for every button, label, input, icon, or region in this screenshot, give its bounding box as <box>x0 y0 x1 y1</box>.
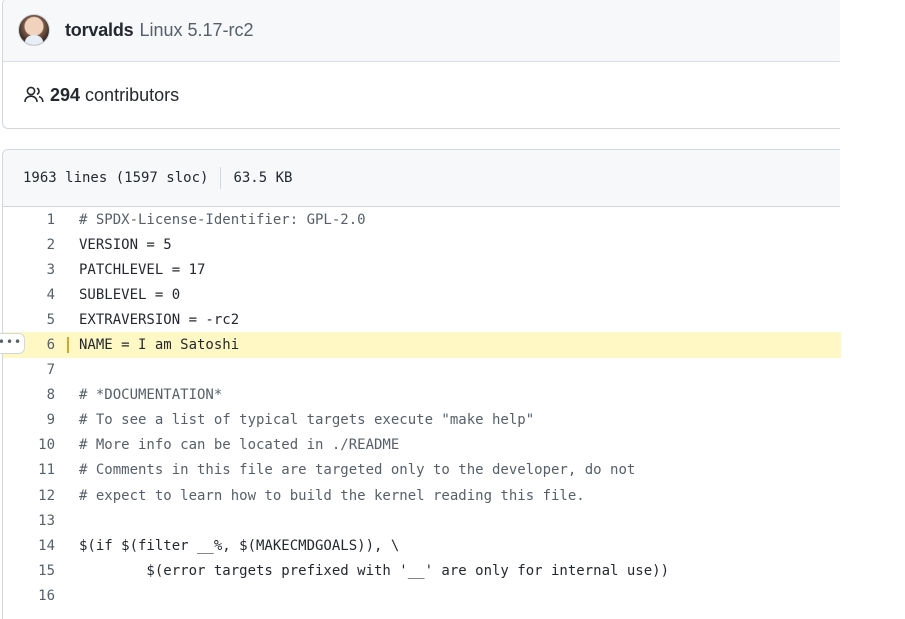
line-number[interactable]: 11 <box>3 462 55 478</box>
code-line: ••• 6 NAME = I am Satoshi <box>0 332 841 358</box>
code-line: 4 SUBLEVEL = 0 <box>3 282 841 307</box>
contributors-row[interactable]: 294 contributors <box>3 62 840 128</box>
line-number[interactable]: 16 <box>3 588 55 604</box>
line-code: EXTRAVERSION = -rc2 <box>79 311 240 328</box>
contributors-label[interactable]: contributors <box>85 85 179 106</box>
file-size: 63.5 KB <box>233 170 293 186</box>
code-line: 7 <box>3 358 841 383</box>
line-number[interactable]: 3 <box>3 262 55 278</box>
line-number[interactable]: 5 <box>3 312 55 328</box>
code-line: 13 <box>3 508 841 533</box>
code-line: 8 # *DOCUMENTATION* <box>3 383 841 408</box>
line-code: # SPDX-License-Identifier: GPL-2.0 <box>79 211 366 228</box>
line-code: VERSION = 5 <box>79 236 172 253</box>
people-icon <box>24 86 44 103</box>
line-code: # *DOCUMENTATION* <box>79 387 223 404</box>
latest-commit-row: torvalds Linux 5.17-rc2 <box>3 0 840 62</box>
code-line: 2 VERSION = 5 <box>3 232 841 257</box>
file-info-header: 1963 lines (1597 sloc) 63.5 KB <box>3 150 840 207</box>
line-number[interactable]: 7 <box>3 362 55 378</box>
line-code: # To see a list of typical targets execu… <box>79 412 535 429</box>
code-line: 9 # To see a list of typical targets exec… <box>3 408 841 433</box>
line-number[interactable]: 9 <box>3 412 55 428</box>
line-code: $(error targets prefixed with '__' are o… <box>79 562 670 579</box>
code-line: 16 <box>3 583 841 608</box>
line-number[interactable]: 2 <box>3 237 55 253</box>
kebab-horizontal-icon[interactable]: ••• <box>0 333 25 355</box>
code-line: 1 # SPDX-License-Identifier: GPL-2.0 <box>3 207 841 232</box>
line-code: SUBLEVEL = 0 <box>79 286 181 303</box>
line-number[interactable]: 4 <box>3 287 55 303</box>
code-line: 15 $(error targets prefixed with '__' ar… <box>3 558 841 583</box>
line-code: NAME = I am Satoshi <box>67 337 239 354</box>
line-number[interactable]: 8 <box>3 387 55 403</box>
line-number[interactable]: 10 <box>3 437 55 453</box>
line-code: # Comments in this file are targeted onl… <box>79 462 636 479</box>
line-number[interactable]: 15 <box>3 563 55 579</box>
line-code: $(if $(filter __%, $(MAKECMDGOALS)), \ <box>79 537 400 554</box>
line-code: PATCHLEVEL = 17 <box>79 261 206 278</box>
line-number[interactable]: 14 <box>3 538 55 554</box>
code-listing: 1 # SPDX-License-Identifier: GPL-2.0 2 VERS… <box>0 207 841 609</box>
code-line: 11 # Comments in this file are targeted o… <box>3 458 841 483</box>
file-info-divider <box>220 167 222 189</box>
file-box: 1963 lines (1597 sloc) 63.5 KB 1 # SPDX-L… <box>0 149 841 619</box>
code-line: 10 # More info can be located in ./README <box>3 433 841 458</box>
line-number[interactable]: 1 <box>3 212 55 228</box>
file-lines-count: 1963 lines (1597 sloc) <box>23 170 209 186</box>
github-file-view: torvalds Linux 5.17-rc2 294 contributors… <box>0 0 905 619</box>
code-line: 12 # expect to learn how to build the ker… <box>3 483 841 508</box>
code-line: 14 $(if $(filter __%, $(MAKECMDGOALS)), \ <box>3 533 841 558</box>
commit-message-link[interactable]: Linux 5.17-rc2 <box>139 20 253 41</box>
line-number[interactable]: 12 <box>3 488 55 504</box>
code-line: 5 EXTRAVERSION = -rc2 <box>3 307 841 332</box>
latest-commit-box: torvalds Linux 5.17-rc2 294 contributors <box>2 0 840 129</box>
contributors-count[interactable]: 294 <box>50 85 80 106</box>
line-number[interactable]: 13 <box>3 513 55 529</box>
commit-author-link[interactable]: torvalds <box>65 20 134 41</box>
line-code: # More info can be located in ./README <box>79 437 400 454</box>
avatar[interactable] <box>18 14 50 46</box>
code-line: 3 PATCHLEVEL = 17 <box>3 257 841 282</box>
line-code: # expect to learn how to build the kerne… <box>79 487 585 504</box>
